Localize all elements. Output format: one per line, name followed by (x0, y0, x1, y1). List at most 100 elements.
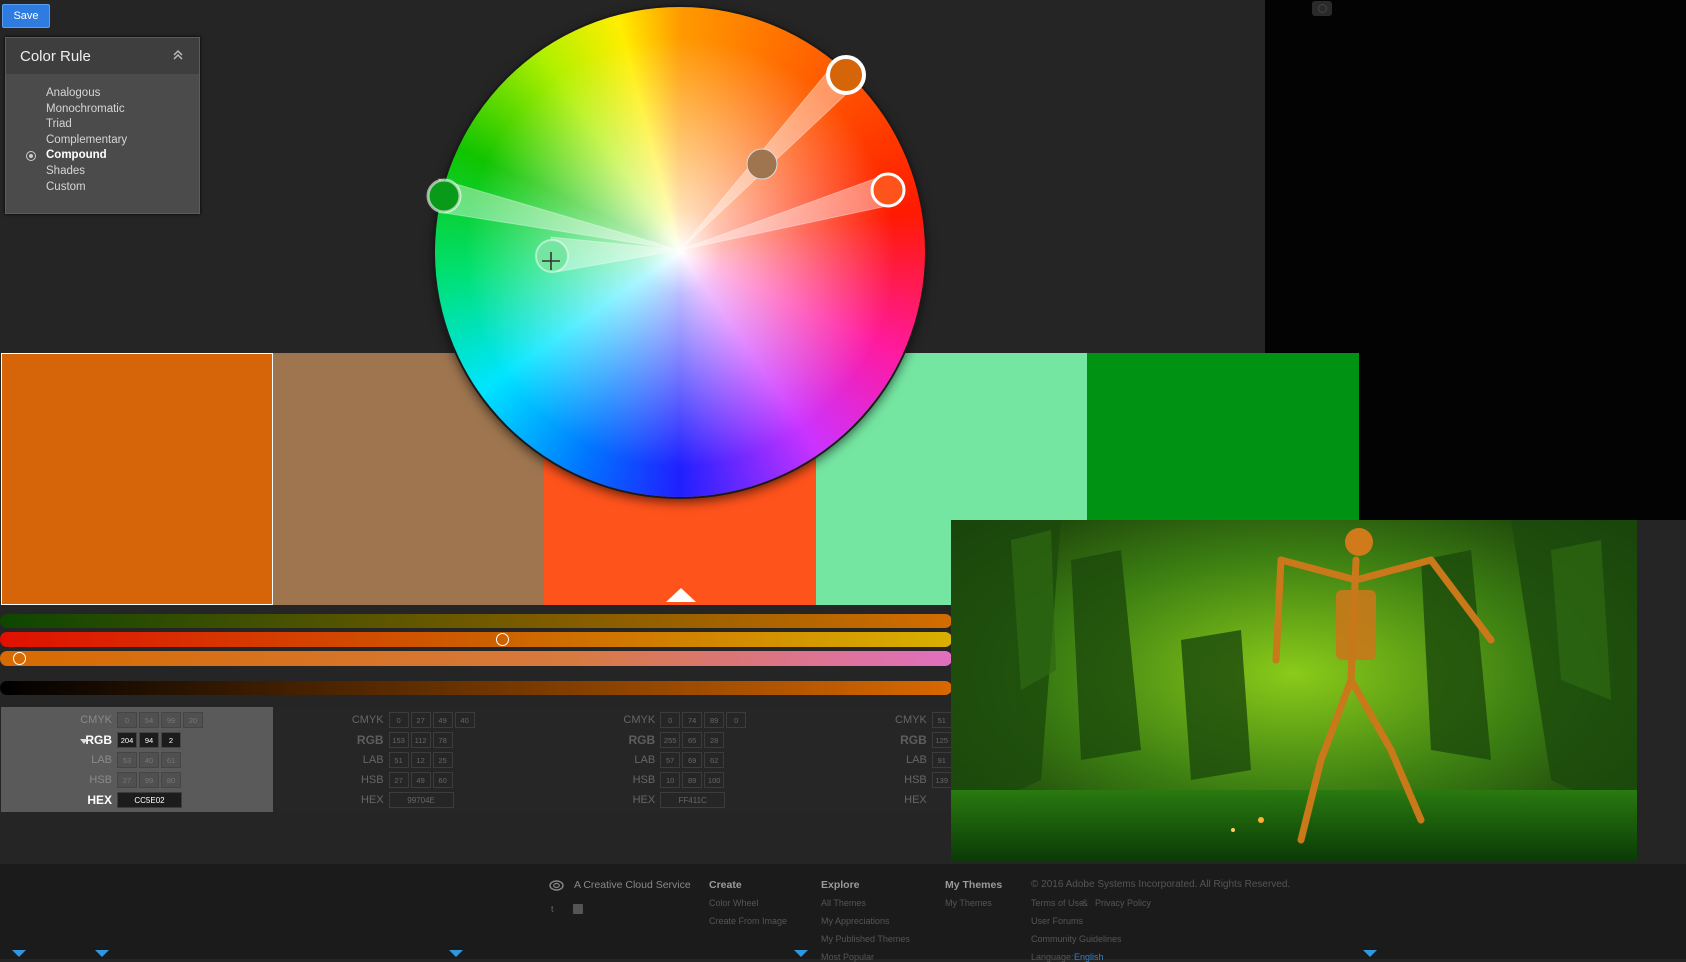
hex-input[interactable]: FF411C (660, 792, 726, 808)
slider-hue[interactable] (0, 651, 952, 666)
lab-b[interactable]: 25 (432, 752, 453, 768)
rgb-label[interactable]: RGB (273, 730, 384, 750)
cmyk-label: CMYK (623, 714, 656, 726)
rule-label: Triad (46, 118, 72, 131)
rgb-r[interactable]: 125 (931, 732, 952, 748)
language-select[interactable]: English (1074, 952, 1104, 962)
hsb-h[interactable]: 10 (660, 772, 681, 788)
hsb-h[interactable]: 27 (117, 772, 137, 788)
lab-b[interactable]: 62 (704, 752, 725, 768)
footer-link-create-from-image[interactable]: Create From Image (709, 916, 787, 926)
cmyk-c[interactable]: 0 (660, 712, 681, 728)
footer-link-forums[interactable]: User Forums (1031, 916, 1083, 926)
twitter-icon[interactable]: t (551, 904, 561, 914)
rgb-b[interactable]: 78 (432, 732, 453, 748)
footer-link-privacy[interactable]: Privacy Policy (1095, 898, 1151, 908)
rgb-r[interactable]: 204 (117, 732, 137, 748)
hsb-h[interactable]: 139 (931, 772, 952, 788)
rule-compound[interactable]: Compound (6, 148, 199, 164)
cmyk-label: CMYK (895, 714, 927, 726)
cmyk-y[interactable]: 99 (161, 712, 181, 728)
hsb-b[interactable]: 80 (161, 772, 181, 788)
hsb-s[interactable]: 89 (682, 772, 703, 788)
lab-label: LAB (634, 754, 656, 766)
footer-link-guidelines[interactable]: Community Guidelines (1031, 934, 1122, 944)
hsb-s[interactable]: 49 (410, 772, 431, 788)
rule-monochromatic[interactable]: Monochromatic (6, 102, 199, 118)
rgb-b[interactable]: 28 (704, 732, 725, 748)
color-wheel[interactable] (435, 7, 925, 497)
lab-a[interactable]: 69 (682, 752, 703, 768)
rgb-g[interactable]: 94 (139, 732, 159, 748)
rule-shades[interactable]: Shades (6, 164, 199, 180)
footer-link-terms[interactable]: Terms of Use (1031, 898, 1084, 908)
footer-link-my-appreciations[interactable]: My Appreciations (821, 916, 890, 926)
hsb-h[interactable]: 27 (388, 772, 409, 788)
lab-l[interactable]: 51 (388, 752, 409, 768)
lab-l[interactable]: 57 (660, 752, 681, 768)
camera-icon[interactable] (1312, 1, 1332, 16)
cmyk-label: CMYK (351, 714, 384, 726)
rule-complementary[interactable]: Complementary (6, 133, 199, 149)
radio-selected-icon (26, 151, 36, 162)
facebook-icon[interactable] (573, 904, 583, 914)
cmyk-y[interactable]: 49 (432, 712, 453, 728)
rgb-b[interactable]: 2 (161, 732, 181, 748)
footer-link-my-themes[interactable]: My Themes (945, 898, 992, 908)
cmyk-c[interactable]: 0 (388, 712, 409, 728)
rgb-g[interactable]: 112 (410, 732, 431, 748)
hsb-label: HSB (904, 774, 927, 786)
cmyk-c[interactable]: 0 (117, 712, 137, 728)
rule-analogous[interactable]: Analogous (6, 86, 199, 102)
swatch-1[interactable] (1, 353, 273, 605)
rgb-r[interactable]: 153 (388, 732, 409, 748)
cmyk-k[interactable]: 20 (183, 712, 203, 728)
footer-link-my-published-themes[interactable]: My Published Themes (821, 934, 910, 944)
rgb-label[interactable]: RGB (544, 730, 656, 750)
lab-b[interactable]: 61 (161, 752, 181, 768)
rgb-label[interactable]: RGB (1, 730, 112, 750)
lab-a[interactable]: 40 (139, 752, 159, 768)
color-rule-header[interactable]: Color Rule (6, 38, 199, 74)
lab-l[interactable]: 91 (931, 752, 952, 768)
rule-triad[interactable]: Triad (6, 117, 199, 133)
cmyk-m[interactable]: 27 (410, 712, 431, 728)
hsb-b[interactable]: 60 (432, 772, 453, 788)
cmyk-y[interactable]: 89 (704, 712, 725, 728)
footer-amp: & (1082, 898, 1089, 908)
cmyk-m[interactable]: 54 (139, 712, 159, 728)
creative-cloud-icon (549, 880, 564, 891)
values-panel-3: CMYK 0 74 89 0 RGB 255 65 28 LAB 57 69 6… (544, 707, 816, 812)
rule-label: Complementary (46, 133, 128, 146)
footer-link-color-wheel[interactable]: Color Wheel (709, 898, 759, 908)
cmyk-m[interactable]: 74 (682, 712, 703, 728)
hex-input[interactable]: 99704E (388, 792, 454, 808)
hex-label: HEX (360, 794, 384, 806)
cmyk-label: CMYK (80, 714, 112, 726)
hsb-label: HSB (360, 774, 384, 786)
slider-hue-thumb[interactable] (13, 652, 27, 665)
lab-a[interactable]: 12 (410, 752, 431, 768)
hsb-s[interactable]: 99 (139, 772, 159, 788)
values-panel-2: CMYK 0 27 49 40 RGB 153 112 78 LAB 51 12… (272, 707, 545, 812)
footer-link-all-themes[interactable]: All Themes (821, 898, 866, 908)
rgb-r[interactable]: 255 (660, 732, 681, 748)
slider-red[interactable] (0, 632, 952, 647)
rgb-dropdown-caret-icon[interactable] (80, 739, 88, 744)
rgb-label[interactable]: RGB (816, 730, 927, 750)
language-label: Language: (1031, 952, 1074, 962)
rgb-g[interactable]: 65 (682, 732, 703, 748)
hex-input[interactable]: CC5E02 (117, 792, 182, 808)
slider-red-thumb[interactable] (495, 633, 509, 646)
footer-link-most-popular[interactable]: Most Popular (821, 952, 874, 962)
slider-green[interactable] (0, 614, 952, 628)
lab-l[interactable]: 53 (117, 752, 137, 768)
cmyk-k[interactable]: 40 (454, 712, 475, 728)
slider-brightness[interactable] (0, 681, 952, 695)
cmyk-c[interactable]: 51 (931, 712, 952, 728)
collapse-chevron-icon[interactable] (171, 48, 185, 62)
rule-custom[interactable]: Custom (6, 180, 199, 196)
save-button[interactable]: Save (2, 4, 50, 28)
cmyk-k[interactable]: 0 (726, 712, 747, 728)
hsb-b[interactable]: 100 (704, 772, 725, 788)
